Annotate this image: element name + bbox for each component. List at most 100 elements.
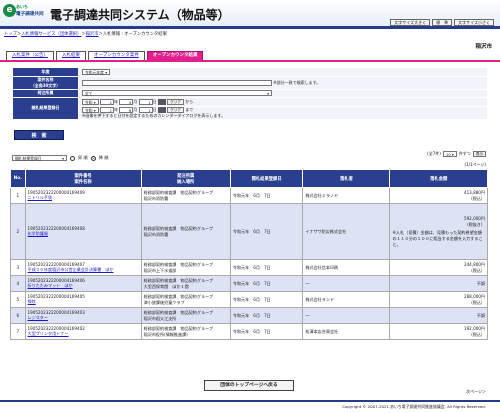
logo-mark-icon: e bbox=[3, 4, 16, 17]
dept-select[interactable]: 全て ▾ bbox=[82, 90, 272, 97]
page-indicator: (1/1ページ) bbox=[464, 162, 486, 167]
sort-key-select[interactable]: 開札結果登録日 ▾ bbox=[12, 155, 67, 161]
case-name-input[interactable] bbox=[82, 79, 272, 86]
amount-note: ※入札（見積）金額は、見積もった契約希望金額の１１０分の１００に相当する金額を入… bbox=[392, 229, 483, 247]
year-select[interactable]: 令和元年度 ▾ bbox=[82, 68, 111, 75]
dept-name: 総務部契約検査課 物品契約グループ bbox=[143, 261, 213, 267]
from-day-input[interactable]: 1 bbox=[138, 98, 153, 105]
table-row: 4 1905202322200004169406 折りたたみマット ほか 総務部契約検… bbox=[10, 275, 488, 292]
sort-desc-radio[interactable] bbox=[90, 155, 96, 161]
row-dept: 総務部契約検査課 物品契約グループ 稲沢市消防署 bbox=[140, 203, 231, 260]
delivery-place: 大里西保育園 ほか１園 bbox=[143, 283, 189, 289]
dept-value: 全て bbox=[85, 91, 93, 97]
tab-bar: 入札案件（公告） 入札結果 オープンカウンタ案件 オープンカウンタ結果 bbox=[6, 51, 204, 60]
case-name-link[interactable]: 大型プリンタ用トナー bbox=[28, 331, 69, 336]
case-name-link[interactable]: レジスター bbox=[28, 315, 48, 320]
case-name-link[interactable]: 掃除 bbox=[28, 299, 36, 304]
delivery-place: 稲沢市役所(情報推進課) bbox=[143, 331, 188, 337]
from-year-input[interactable]: 1 bbox=[100, 98, 114, 105]
tax-label: （税込） bbox=[468, 299, 485, 305]
row-case: 1905202322200004169403 レジスター bbox=[24, 307, 142, 324]
font-large-button[interactable]: 文字サイズ大きく bbox=[390, 19, 431, 26]
tab-open-counter-results[interactable]: オープンカウンタ結果 bbox=[146, 51, 204, 60]
search-button[interactable]: 検 索 bbox=[14, 130, 64, 140]
delivery-place: 稲沢市消防署 bbox=[143, 231, 169, 237]
row-case: 1905202322200004169406 折りたたみマット ほか bbox=[24, 275, 142, 292]
amount-value: 288,000円 bbox=[463, 293, 485, 299]
row-case: 1905202322200004169408 化学防護服 bbox=[24, 203, 142, 260]
per-page-select[interactable]: 10 ▾ bbox=[442, 151, 457, 157]
row-case: 1905202322200004169402 大型プリンタ用トナー bbox=[24, 323, 142, 340]
sort-controls: 開札結果登録日 ▾ 昇 順 降 順 bbox=[12, 155, 108, 161]
case-name-link[interactable]: ニトリル手袋 bbox=[28, 195, 53, 200]
table-row: 1 1905202322200004169409 ニトリル手袋 総務部契約検査課 物品… bbox=[10, 187, 488, 204]
show-button[interactable]: 表示 bbox=[472, 151, 486, 157]
row-date: 令和元年 6月 7日 bbox=[229, 203, 304, 260]
paging-controls: (全7件) 10 ▾ 件ずつ 表示 bbox=[427, 151, 486, 157]
table-row: 7 1905202322200004169402 大型プリンタ用トナー 総務部契約検査… bbox=[10, 323, 488, 340]
tab-bid-results[interactable]: 入札結果 bbox=[56, 51, 86, 60]
calendar-hint: ※画像を押下すると日付を設定するためのカレンダーダイアログを表示します。 bbox=[82, 112, 225, 118]
row-no: 7 bbox=[10, 323, 26, 340]
row-winner: イナザワ防災株式会社 bbox=[302, 203, 391, 260]
row-winner: ― bbox=[302, 307, 391, 324]
tax-label: （税込） bbox=[468, 267, 485, 273]
year-label: 年度 bbox=[12, 67, 79, 77]
row-no: 1 bbox=[10, 187, 26, 204]
date-label: 開札結果登録日 bbox=[12, 97, 79, 120]
back-to-org-top-button[interactable]: 団体のトップページへ戻る bbox=[204, 380, 294, 391]
row-amount: 不調 bbox=[389, 275, 488, 292]
tax-label: （税抜き） bbox=[464, 221, 485, 227]
row-dept: 総務部契約検査課 物品契約グループ 稲沢市祖父江支所 bbox=[140, 307, 231, 324]
breadcrumb-service-link[interactable]: 入札情報サービス（団体選択） bbox=[21, 32, 81, 37]
amount-value: 244,800円 bbox=[463, 261, 485, 267]
row-date: 令和元年 6月 7日 bbox=[229, 323, 304, 340]
row-dept: 総務部契約検査課 物品契約グループ 大里西保育園 ほか１園 bbox=[140, 275, 231, 292]
breadcrumb-city-link[interactable]: 稲沢市 bbox=[86, 32, 99, 37]
table-row: 6 1905202322200004169403 レジスター 総務部契約検査課 物品契… bbox=[10, 307, 488, 324]
font-small-button[interactable]: 文字サイズ小さく bbox=[454, 19, 494, 26]
from-era-select[interactable]: 令和 ▾ bbox=[82, 98, 99, 105]
from-month-input[interactable]: 4 bbox=[119, 98, 134, 105]
row-case: 1905202322200004169407 平成３０年度稲沢市公営企業会計決算書… bbox=[24, 259, 142, 276]
row-case: 1905202322200004169409 ニトリル手袋 bbox=[24, 187, 142, 204]
case-name-link[interactable]: 平成３０年度稲沢市公営企業会計決算書 ほか bbox=[28, 267, 114, 272]
table-row: 5 1905202322200004169405 掃除 総務部契約検査課 物品契約グル… bbox=[10, 291, 488, 308]
from-clear-button[interactable]: クリア bbox=[167, 98, 184, 105]
sort-asc-label: 昇 順 bbox=[78, 155, 88, 160]
amount-value: 不調 bbox=[476, 312, 485, 318]
row-amount: 413,880円 （税込） bbox=[389, 187, 488, 204]
col-header-no: No. bbox=[10, 169, 26, 188]
next-page-text: 次ページ＞ bbox=[466, 389, 486, 394]
delivery-place: 稲沢市祖父江支所 bbox=[143, 315, 177, 321]
amount-value: 不調 bbox=[476, 280, 485, 286]
breadcrumb-top-link[interactable]: トップ bbox=[4, 32, 17, 37]
sort-asc-radio[interactable] bbox=[70, 155, 75, 161]
dept-label: 発注所属 bbox=[12, 88, 79, 98]
col-header-winner: 落札者 bbox=[302, 169, 391, 188]
row-winner: 株式会社信本印刷 bbox=[302, 259, 391, 276]
from-suffix: から bbox=[185, 98, 194, 104]
dept-name: 総務部契約検査課 物品契約グループ bbox=[143, 309, 213, 315]
row-amount: 244,800円 （税込） bbox=[389, 259, 488, 276]
case-name-link[interactable]: 折りたたみマット ほか bbox=[28, 283, 73, 288]
row-date: 令和元年 6月 7日 bbox=[229, 259, 304, 276]
dept-name: 総務部契約検査課 物品契約グループ bbox=[143, 189, 213, 195]
year-value: 令和元年度 bbox=[85, 69, 104, 75]
row-case: 1905202322200004169405 掃除 bbox=[24, 291, 142, 308]
row-dept: 総務部契約検査課 物品契約グループ 津小放課後児童クラブ bbox=[140, 291, 231, 308]
site-logo[interactable]: e あいち 電子調達共同 bbox=[3, 4, 45, 23]
tab-open-counter-cases[interactable]: オープンカウンタ案件 bbox=[88, 51, 145, 60]
footer: Copyright © 2007-2021 あいち電子調達共同推進協議会. Al… bbox=[0, 400, 500, 413]
calendar-icon[interactable] bbox=[157, 98, 166, 105]
date-to-row: 令和 ▾ 1年 6月 1日 クリア まで ※画像を押下すると日付を設定するための… bbox=[78, 105, 488, 120]
case-name-link[interactable]: 化学防護服 bbox=[28, 231, 48, 236]
font-standard-button[interactable]: 標 準 bbox=[432, 19, 453, 26]
tab-bid-cases[interactable]: 入札案件（公告） bbox=[6, 51, 54, 60]
font-size-controls: 文字サイズ大きく 標 準 文字サイズ小さく bbox=[390, 19, 494, 26]
amount-value: 592,000円 bbox=[463, 215, 485, 221]
breadcrumb: トップ＞入札情報サービス（団体選択）＞稲沢市＞入札情報 : オープンカウンタ結果 bbox=[4, 31, 167, 37]
tax-label: （税込） bbox=[468, 331, 485, 337]
organization-name: 稲沢市 bbox=[475, 44, 492, 50]
row-amount: 592,000円 （税抜き） ※入札（見積）金額は、見積もった契約希望金額の１１０分… bbox=[389, 203, 488, 260]
